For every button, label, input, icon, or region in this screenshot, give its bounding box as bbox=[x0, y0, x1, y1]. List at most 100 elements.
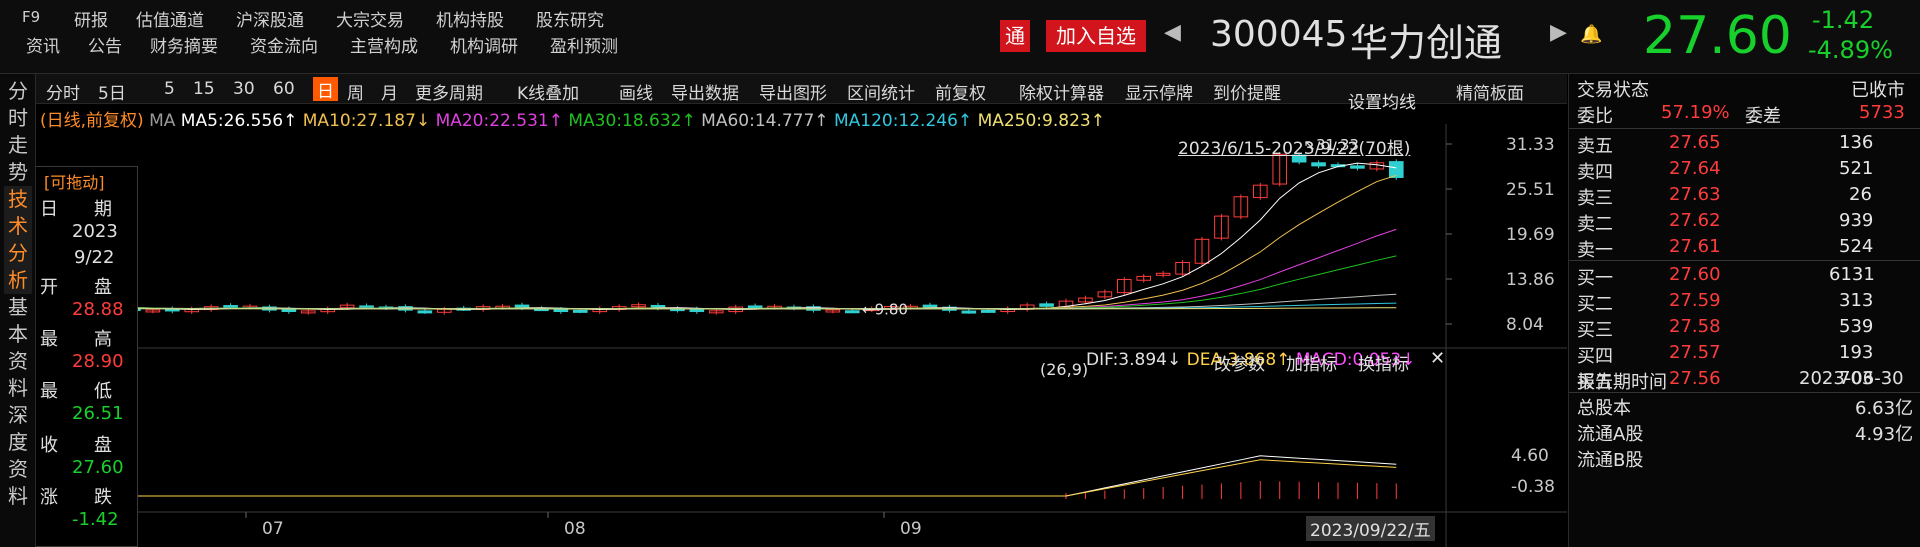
period-显示停牌[interactable]: 显示停牌 bbox=[1125, 79, 1193, 104]
book-price: 27.60 bbox=[1669, 264, 1721, 285]
report-label: 报告期时间 bbox=[1577, 372, 1667, 393]
nav-item[interactable]: 估值通道 bbox=[136, 6, 204, 31]
tong-badge[interactable]: 通 bbox=[1000, 20, 1030, 52]
total-shares-value: 6.63亿 bbox=[1855, 398, 1914, 419]
ma-prefix: (日线,前复权) bbox=[40, 111, 144, 131]
book-level-label: 卖三 bbox=[1577, 188, 1613, 209]
book-volume: 539 bbox=[1839, 316, 1874, 337]
x-tick-label: 08 bbox=[564, 519, 586, 539]
period-导出图形[interactable]: 导出图形 bbox=[759, 79, 827, 104]
nav-item[interactable]: 机构持股 bbox=[436, 6, 504, 31]
nav-item[interactable]: 资金流向 bbox=[250, 32, 318, 57]
period-30[interactable]: 30 bbox=[233, 79, 255, 99]
period-60[interactable]: 60 bbox=[273, 79, 295, 99]
nav-item[interactable]: 研报 bbox=[74, 6, 108, 31]
nav-item[interactable]: 财务摘要 bbox=[150, 32, 218, 57]
period-日[interactable]: 日 bbox=[313, 77, 338, 102]
add-indicator-button[interactable]: 加指标 bbox=[1286, 350, 1337, 375]
open-value: 28.88 bbox=[72, 299, 124, 320]
nav-item[interactable]: 主营构成 bbox=[350, 32, 418, 57]
book-price: 27.62 bbox=[1669, 210, 1721, 231]
period-5日[interactable]: 5日 bbox=[98, 79, 126, 104]
nav-item[interactable]: 盈利预测 bbox=[550, 32, 618, 57]
ma30-line bbox=[55, 255, 1397, 310]
period-周[interactable]: 周 bbox=[347, 79, 364, 104]
stock-name: 华力创通 bbox=[1350, 21, 1503, 65]
period-K线叠加[interactable]: K线叠加 bbox=[517, 79, 579, 104]
candle-body bbox=[1388, 161, 1404, 178]
next-stock-icon[interactable]: ▶ bbox=[1550, 20, 1567, 45]
left-tab[interactable]: 基本资料 bbox=[4, 294, 32, 402]
book-level-label: 买一 bbox=[1577, 268, 1613, 289]
period-导出数据[interactable]: 导出数据 bbox=[671, 79, 739, 104]
date-range: 2023/6/15-2023/9/22(70根) bbox=[1178, 139, 1411, 159]
chg-label: 涨 跌 bbox=[40, 487, 112, 508]
low-label: 最 低 bbox=[40, 381, 112, 402]
nav-item[interactable]: 机构调研 bbox=[450, 32, 518, 57]
ma20-value: MA20:22.531↑ bbox=[435, 111, 563, 131]
period-5[interactable]: 5 bbox=[164, 79, 175, 99]
float-shares-label: 流通A股 bbox=[1577, 424, 1644, 445]
wc-value: 5733 bbox=[1859, 102, 1905, 123]
period-分时[interactable]: 分时 bbox=[46, 79, 80, 104]
open-label: 开 盘 bbox=[40, 277, 112, 298]
dif-line bbox=[55, 455, 1397, 497]
period-区间统计[interactable]: 区间统计 bbox=[847, 79, 915, 104]
change-params-button[interactable]: 改参数 bbox=[1214, 350, 1265, 375]
period-15[interactable]: 15 bbox=[193, 79, 215, 99]
candle-body bbox=[747, 305, 763, 309]
book-level-label: 买二 bbox=[1577, 294, 1613, 315]
ma10-value: MA10:27.187↓ bbox=[302, 111, 431, 131]
y-tick-label: 19.69 bbox=[1506, 225, 1555, 245]
bell-icon[interactable]: 🔔 bbox=[1580, 24, 1602, 45]
left-tab[interactable]: 分时走势 bbox=[4, 78, 32, 186]
kline-chart[interactable]: 31.33 25.51 19.69 13.86 8.04 4.60 -0.38 07 08 09 ↖… bbox=[36, 93, 1567, 547]
period-除权计算器[interactable]: 除权计算器 bbox=[1019, 79, 1104, 104]
period-画线[interactable]: 画线 bbox=[619, 79, 653, 104]
nav-item[interactable]: 大宗交易 bbox=[336, 6, 404, 31]
wb-label: 委比 bbox=[1577, 106, 1613, 127]
book-level-label: 卖四 bbox=[1577, 162, 1613, 183]
stock-code: 300045 bbox=[1210, 14, 1348, 55]
candle-body bbox=[1311, 162, 1326, 167]
x-tick-label: 09 bbox=[900, 519, 922, 539]
nav-item[interactable]: 沪深股通 bbox=[236, 6, 304, 31]
book-volume: 136 bbox=[1839, 132, 1874, 153]
nav-item[interactable]: 公告 bbox=[88, 32, 122, 57]
status-label: 交易状态 bbox=[1577, 80, 1649, 101]
info-box[interactable]: [可拖动] 日 期 2023 9/22 开 盘 28.88 最 高 28.90 … bbox=[36, 166, 138, 547]
nav-item[interactable]: 资讯 bbox=[26, 32, 60, 57]
book-price: 27.63 bbox=[1669, 184, 1721, 205]
nav-item[interactable]: 股东研究 bbox=[536, 6, 604, 31]
period-前复权[interactable]: 前复权 bbox=[935, 79, 986, 104]
book-price: 27.57 bbox=[1669, 342, 1721, 363]
switch-indicator-button[interactable]: 换指标 bbox=[1358, 350, 1409, 375]
period-到价提醒[interactable]: 到价提醒 bbox=[1213, 79, 1281, 104]
left-tab[interactable]: 技术分析 bbox=[4, 186, 32, 294]
simple-panel-button[interactable]: 精简板面 bbox=[1456, 79, 1524, 104]
high-label: 最 高 bbox=[40, 329, 112, 350]
book-price: 27.58 bbox=[1669, 316, 1721, 337]
y-tick-label: 25.51 bbox=[1506, 180, 1555, 200]
candle-body bbox=[1350, 165, 1365, 169]
ma-settings-button[interactable]: 设置均线 bbox=[1348, 88, 1416, 113]
total-shares-label: 总股本 bbox=[1577, 398, 1631, 419]
book-level-label: 卖二 bbox=[1577, 214, 1613, 235]
f9-label[interactable]: F9 bbox=[22, 8, 40, 26]
left-tab[interactable]: 深度资料 bbox=[4, 402, 32, 510]
candle-body bbox=[223, 305, 238, 309]
x-tick-label: 07 bbox=[262, 519, 284, 539]
close-icon[interactable]: ✕ bbox=[1430, 348, 1445, 369]
period-更多周期[interactable]: 更多周期 bbox=[415, 79, 483, 104]
book-volume: 6131 bbox=[1829, 264, 1875, 285]
left-tabs: 分时走势 技术分析 基本资料 深度资料 bbox=[0, 74, 36, 547]
period-月[interactable]: 月 bbox=[381, 79, 398, 104]
ma250-value: MA250:9.823↑ bbox=[977, 111, 1105, 131]
add-favorite-button[interactable]: 加入自选 bbox=[1046, 20, 1146, 52]
chg-value: -1.42 bbox=[72, 509, 119, 530]
prev-stock-icon[interactable]: ◀ bbox=[1164, 20, 1181, 45]
price-change: -1.42 bbox=[1812, 6, 1875, 34]
year-value: 2023 bbox=[72, 221, 118, 242]
ma5-line bbox=[55, 162, 1397, 311]
low-value: 26.51 bbox=[72, 403, 124, 424]
